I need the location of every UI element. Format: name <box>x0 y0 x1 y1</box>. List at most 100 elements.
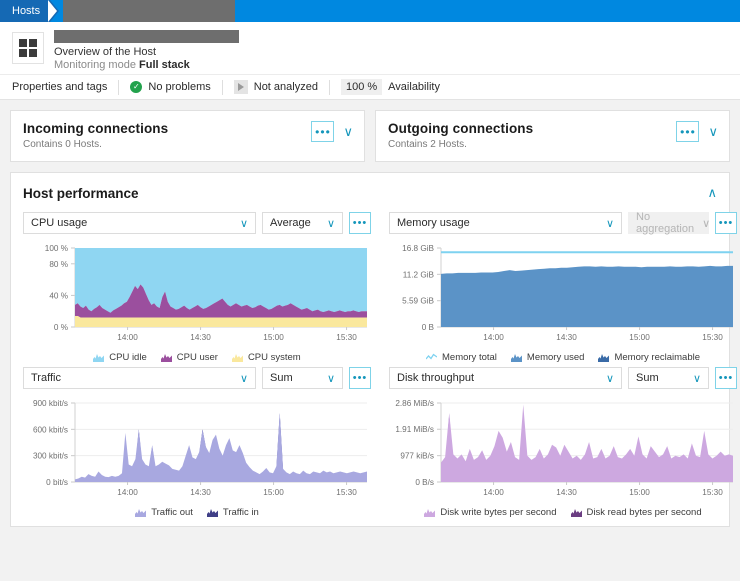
legend-swatch-icon <box>207 508 218 517</box>
problems-label: No problems <box>148 81 210 93</box>
analysis-label: Not analyzed <box>254 81 318 93</box>
chevron-down-icon: ∨ <box>327 217 335 230</box>
plot-area: 2.86 MiB/s1.91 MiB/s977 kiB/s0 B/s14:001… <box>389 397 737 502</box>
plot-area: 900 kbit/s600 kbit/s300 kbit/s0 bit/s14:… <box>23 397 371 502</box>
legend-label: Traffic in <box>223 507 259 518</box>
legend-item[interactable]: CPU idle <box>93 352 147 363</box>
plot-wrapper: 900 kbit/s600 kbit/s300 kbit/s0 bit/s14:… <box>23 397 371 502</box>
chevron-down-icon: ∨ <box>693 372 701 385</box>
legend-item[interactable]: CPU user <box>161 352 218 363</box>
legend-item[interactable]: CPU system <box>232 352 301 363</box>
metric-select[interactable]: Traffic∨ <box>23 367 256 389</box>
legend-label: CPU idle <box>109 352 147 363</box>
incoming-chevron-down-icon[interactable]: ∨ <box>343 125 353 138</box>
svg-text:977 kiB/s: 977 kiB/s <box>400 452 434 461</box>
chart-block-traffic: Traffic∨Sum∨•••900 kbit/s600 kbit/s300 k… <box>23 367 371 518</box>
metric-select-value: Memory usage <box>397 217 470 229</box>
breadcrumb-bar: Hosts <box>0 0 740 22</box>
status-strip: Properties and tags ✓ No problems Not an… <box>0 74 740 100</box>
chart-more-options-button[interactable]: ••• <box>349 367 371 389</box>
legend-swatch-icon <box>511 353 522 362</box>
outgoing-more-options-button[interactable]: ••• <box>676 121 699 142</box>
incoming-more-options-button[interactable]: ••• <box>311 121 334 142</box>
aggregation-select[interactable]: Sum∨ <box>628 367 709 389</box>
chevron-down-icon: ∨ <box>240 372 248 385</box>
metric-select[interactable]: Memory usage ∨ <box>389 212 622 234</box>
svg-text:14:30: 14:30 <box>556 333 577 342</box>
breadcrumb-hosts-label: Hosts <box>12 5 40 17</box>
properties-and-tags-link[interactable]: Properties and tags <box>12 81 107 93</box>
legend-item[interactable]: Memory reclaimable <box>598 352 700 363</box>
chart-block-disk-throughput: Disk throughput∨ Sum∨ ••• 2.86 MiB/s 1.91 Mi… <box>389 367 737 518</box>
svg-text:15:00: 15:00 <box>629 333 650 342</box>
breadcrumb-arrow-icon <box>50 0 59 22</box>
chart-more-options-button[interactable]: ••• <box>715 212 737 234</box>
monitoring-mode: Monitoring mode Full stack <box>54 59 239 71</box>
outgoing-connections-subtitle: Contains 2 Hosts. <box>388 139 717 150</box>
availability-label: Availability <box>388 81 440 93</box>
legend-item[interactable]: Memory total <box>426 352 497 363</box>
aggregation-select-value: Average <box>270 217 311 229</box>
svg-text:15:00: 15:00 <box>263 333 284 342</box>
outgoing-connections-card: Outgoing connections Contains 2 Hosts. •… <box>375 110 730 162</box>
check-circle-icon: ✓ <box>130 81 142 93</box>
problems-status[interactable]: ✓ No problems <box>130 81 210 93</box>
chart-more-options-button[interactable]: ••• <box>349 212 371 234</box>
legend-label: CPU user <box>177 352 218 363</box>
outgoing-chevron-down-icon[interactable]: ∨ <box>708 125 718 138</box>
svg-text:14:00: 14:00 <box>483 333 504 342</box>
legend-item[interactable]: Disk write bytes per second <box>424 507 556 518</box>
chart-legend: Memory total Memory used Memory reclaimabl… <box>389 352 737 363</box>
monitoring-mode-value: Full stack <box>139 59 190 71</box>
svg-text:15:30: 15:30 <box>336 333 357 342</box>
svg-text:40 %: 40 % <box>49 291 68 300</box>
svg-text:14:00: 14:00 <box>117 333 138 342</box>
chevron-down-icon: ∨ <box>606 372 614 385</box>
connection-cards-row: Incoming connections Contains 0 Hosts. •… <box>0 100 740 162</box>
host-performance-collapse-icon[interactable]: ∧ <box>707 185 717 201</box>
legend-item[interactable]: Memory used <box>511 352 585 363</box>
chart-legend: Disk write bytes per second Disk read byt… <box>389 507 737 518</box>
series-cpu-system <box>75 316 367 327</box>
chart-more-options-button[interactable]: ••• <box>715 367 737 389</box>
metric-select[interactable]: CPU usage∨ <box>23 212 256 234</box>
legend-item[interactable]: Traffic out <box>135 507 193 518</box>
svg-text:5.59 GiB: 5.59 GiB <box>402 297 434 306</box>
legend-label: Disk write bytes per second <box>440 507 556 518</box>
svg-text:2.86 MiB/s: 2.86 MiB/s <box>395 399 434 408</box>
plot-wrapper: 2.86 MiB/s1.91 MiB/s977 kiB/s0 B/s14:001… <box>389 397 737 502</box>
host-performance-panel: Host performance ∧ CPU usage∨ Average ∨ •••… <box>10 172 730 527</box>
svg-text:1.91 MiB/s: 1.91 MiB/s <box>395 425 434 434</box>
breadcrumb-hosts[interactable]: Hosts <box>0 0 50 22</box>
status-divider-3 <box>329 80 330 95</box>
analysis-status[interactable]: Not analyzed <box>234 80 318 94</box>
plot-wrapper: 100 %80 %40 %0 %14:0014:3015:0015:30 <box>23 242 371 347</box>
host-name-redacted <box>54 30 239 43</box>
aggregation-select[interactable]: Sum∨ <box>262 367 343 389</box>
chart-legend: Traffic out Traffic in <box>23 507 371 518</box>
legend-label: Disk read bytes per second <box>587 507 702 518</box>
incoming-connections-subtitle: Contains 0 Hosts. <box>23 139 352 150</box>
legend-swatch-icon <box>135 508 146 517</box>
svg-text:0 bit/s: 0 bit/s <box>46 478 68 487</box>
metric-select[interactable]: Disk throughput∨ <box>389 367 622 389</box>
availability-status[interactable]: 100 % Availability <box>341 79 440 95</box>
aggregation-select-value: Sum <box>270 372 293 384</box>
chart-block-memory-usage: Memory usage∨No aggregation∨•••16.8 GiB1… <box>389 212 737 363</box>
svg-text:15:30: 15:30 <box>702 488 723 497</box>
series-memory-used <box>441 266 733 327</box>
svg-text:14:30: 14:30 <box>190 488 211 497</box>
monitoring-mode-label: Monitoring mode <box>54 59 136 71</box>
legend-item[interactable]: Disk read bytes per second <box>571 507 702 518</box>
incoming-connections-title: Incoming connections <box>23 121 352 136</box>
svg-text:900 kbit/s: 900 kbit/s <box>33 399 68 408</box>
legend-item[interactable]: Traffic in <box>207 507 259 518</box>
aggregation-select[interactable]: Average ∨ <box>262 212 343 234</box>
chevron-down-icon: ∨ <box>606 217 614 230</box>
host-performance-title: Host performance <box>23 186 139 201</box>
incoming-connections-card: Incoming connections Contains 0 Hosts. •… <box>10 110 365 162</box>
chart-controls: Disk throughput∨ Sum∨ ••• <box>389 367 737 389</box>
legend-label: Memory used <box>527 352 585 363</box>
svg-text:100 %: 100 % <box>45 244 68 253</box>
charts-grid: CPU usage∨Average∨•••100 %80 %40 %0 %14:… <box>23 212 717 518</box>
